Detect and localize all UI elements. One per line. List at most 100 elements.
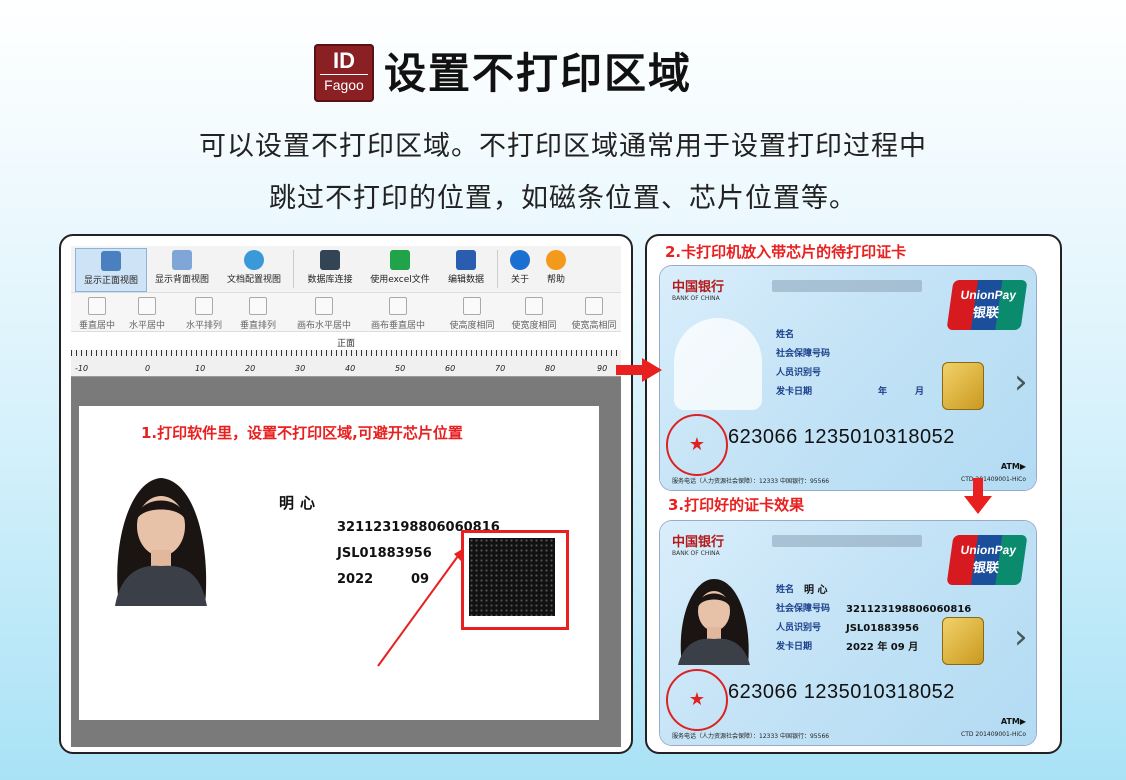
database-button[interactable]: 数据库连接 xyxy=(301,248,359,290)
canvas-vcenter-button[interactable]: 画布垂直居中 xyxy=(363,295,433,331)
excel-label: 使用excel文件 xyxy=(370,275,430,285)
same-size-label: 使宽高相同 xyxy=(571,321,617,331)
software-panel: 显示正面视图 显示背面视图 文档配置视图 数据库连接 使用excel文件 编辑数… xyxy=(59,234,633,754)
ruler-tick-label: 10 xyxy=(195,364,206,373)
ruler-side-label: 正面 xyxy=(336,339,355,349)
toolbar-divider xyxy=(497,250,498,288)
chevron-right-icon: › xyxy=(1014,617,1028,657)
label-ss-number: 社会保障号码 xyxy=(776,604,831,614)
ruler-tick-label: 50 xyxy=(395,364,406,373)
instruction-1: 1.打印软件里，设置不打印区域,可避开芯片位置 xyxy=(141,424,463,442)
arrow-right-icon xyxy=(616,358,662,382)
card-number: 623066 1235010318052 xyxy=(728,681,955,703)
canvas-vcenter-icon xyxy=(389,297,407,315)
card-name[interactable]: 明心 xyxy=(279,492,321,513)
seal-icon: ★ xyxy=(666,669,728,731)
bank-english: BANK OF CHINA xyxy=(672,295,720,302)
align-toolbar: 垂直居中 水平居中 水平排列 垂直排列 画布水平居中 画布垂直居中 使高度相同 … xyxy=(71,293,621,332)
same-width-label: 使宽度相同 xyxy=(511,321,557,331)
database-label: 数据库连接 xyxy=(307,275,353,285)
back-view-label: 显示背面视图 xyxy=(154,275,209,285)
canvas-vcenter-label: 画布垂直居中 xyxy=(370,321,425,331)
same-size-icon xyxy=(585,297,603,315)
ruler-tick-label: 30 xyxy=(295,364,306,373)
instruction-3: 3.打印好的证卡效果 xyxy=(668,496,805,514)
excel-button[interactable]: 使用excel文件 xyxy=(365,248,435,290)
edit-data-icon xyxy=(456,250,476,270)
printed-card: 中国银行 BANK OF CHINA UnionPay 银联 姓名 社会保障号码 人… xyxy=(660,521,1036,745)
unionpay-logo: UnionPay 银联 xyxy=(946,535,1028,585)
doc-config-button[interactable]: 文档配置视图 xyxy=(221,248,287,290)
about-label: 关于 xyxy=(510,275,529,285)
no-print-area[interactable] xyxy=(469,538,555,616)
help-label: 帮助 xyxy=(546,275,565,285)
card-ctd: CTD 201409001-HiCo xyxy=(961,731,1026,738)
subtitle-line-1: 可以设置不打印区域。不打印区域通常用于设置打印过程中 xyxy=(199,131,927,162)
gear-icon xyxy=(244,250,264,270)
bank-name: 中国银行 xyxy=(672,535,725,550)
edit-data-button[interactable]: 编辑数据 xyxy=(441,248,491,290)
distribute-v-label: 垂直排列 xyxy=(239,321,276,331)
blank-card: 中国银行 BANK OF CHINA UnionPay 银联 姓名 社会保障号码 人… xyxy=(660,266,1036,490)
front-view-label: 显示正面视图 xyxy=(83,276,138,286)
align-hcenter-button[interactable]: 水平居中 xyxy=(123,295,171,331)
label-issue-date: 发卡日期 xyxy=(776,642,813,652)
ruler-tick-label: 60 xyxy=(445,364,456,373)
unionpay-en: UnionPay xyxy=(959,543,1018,557)
edit-data-label: 编辑数据 xyxy=(447,275,484,285)
doc-config-label: 文档配置视图 xyxy=(226,275,281,285)
same-height-button[interactable]: 使高度相同 xyxy=(443,295,501,331)
photo-placeholder xyxy=(674,318,762,410)
printed-date: 2022 年 09 月 xyxy=(846,642,919,653)
help-button[interactable]: 帮助 xyxy=(539,248,573,290)
align-vcenter-button[interactable]: 垂直居中 xyxy=(73,295,121,331)
unionpay-logo: UnionPay 银联 xyxy=(946,280,1028,330)
portrait-photo[interactable] xyxy=(101,460,221,606)
database-icon xyxy=(320,250,340,270)
arrow-down-icon xyxy=(964,478,992,514)
unionpay-en: UnionPay xyxy=(959,288,1018,302)
chip-icon xyxy=(942,362,984,410)
label-month: 月 xyxy=(915,387,925,397)
distribute-h-label: 水平排列 xyxy=(185,321,222,331)
back-view-icon xyxy=(172,250,192,270)
label-issue-date: 发卡日期 xyxy=(776,387,813,397)
fagoo-logo: ID Fagoo xyxy=(314,44,374,102)
printed-person-id: JSL01883956 xyxy=(846,623,919,634)
canvas-hcenter-button[interactable]: 画布水平居中 xyxy=(289,295,359,331)
chevron-right-icon: › xyxy=(1014,362,1028,402)
front-view-icon xyxy=(101,251,121,271)
unionpay-cn: 银联 xyxy=(971,561,1000,576)
label-year: 年 xyxy=(878,387,888,397)
align-vcenter-icon xyxy=(88,297,106,315)
align-vcenter-label: 垂直居中 xyxy=(78,321,115,331)
unionpay-cn: 银联 xyxy=(971,306,1000,321)
card-number: 623066 1235010318052 xyxy=(728,426,955,448)
instruction-2: 2.卡打印机放入带芯片的待打印证卡 xyxy=(665,243,907,261)
blurred-header xyxy=(772,535,922,547)
printed-name: 明 心 xyxy=(804,585,828,596)
ruler-tick-label: 0 xyxy=(145,364,151,373)
label-issue-date-row: 发卡日期 年 月 xyxy=(776,383,924,402)
about-button[interactable]: 关于 xyxy=(503,248,537,290)
card-labels: 姓名 社会保障号码 人员识别号 发卡日期 年 月 xyxy=(776,326,924,402)
front-view-button[interactable]: 显示正面视图 xyxy=(75,248,147,292)
ruler-tick-label: 70 xyxy=(495,364,506,373)
logo-id-text: ID xyxy=(333,48,355,73)
canvas-hcenter-icon xyxy=(315,297,333,315)
back-view-button[interactable]: 显示背面视图 xyxy=(149,248,215,290)
ruler-tick-label: 80 xyxy=(545,364,556,373)
toolbar-divider xyxy=(293,250,294,288)
help-icon xyxy=(546,250,566,270)
seal-icon: ★ xyxy=(666,414,728,476)
align-hcenter-icon xyxy=(138,297,156,315)
atm-label: ATM▶ xyxy=(1000,717,1026,726)
distribute-h-button[interactable]: 水平排列 xyxy=(179,295,229,331)
distribute-v-button[interactable]: 垂直排列 xyxy=(233,295,283,331)
same-size-button[interactable]: 使宽高相同 xyxy=(567,295,621,331)
same-height-icon xyxy=(463,297,481,315)
card-year[interactable]: 2022 xyxy=(337,572,373,587)
label-ss-number: 社会保障号码 xyxy=(776,349,831,359)
same-width-button[interactable]: 使宽度相同 xyxy=(505,295,563,331)
main-toolbar: 显示正面视图 显示背面视图 文档配置视图 数据库连接 使用excel文件 编辑数… xyxy=(71,246,621,293)
